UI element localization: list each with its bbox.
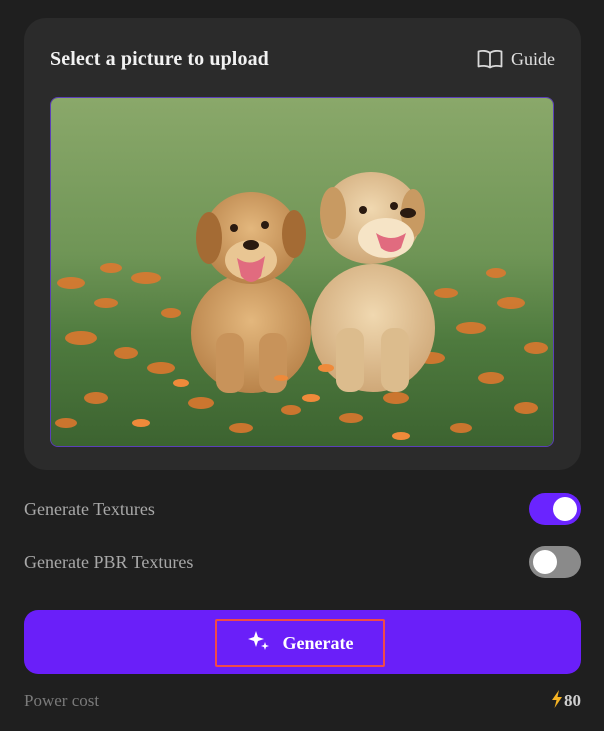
power-cost-label: Power cost bbox=[24, 691, 100, 710]
generate-button[interactable]: Generate bbox=[24, 610, 581, 674]
upload-panel-title: Select a picture to upload bbox=[50, 47, 269, 70]
option-row-generate-pbr-textures: Generate PBR Textures bbox=[24, 546, 581, 578]
option-label-generate-pbr-textures: Generate PBR Textures bbox=[24, 551, 194, 572]
toggle-knob bbox=[533, 550, 557, 574]
guide-label: Guide bbox=[511, 48, 555, 69]
upload-panel-header: Select a picture to upload Guide bbox=[50, 46, 555, 72]
power-cost-value: 80 bbox=[551, 689, 581, 713]
lightning-icon bbox=[551, 689, 563, 713]
guide-button[interactable]: Guide bbox=[477, 49, 555, 70]
power-cost-number: 80 bbox=[564, 691, 581, 710]
toggle-generate-textures[interactable] bbox=[529, 493, 581, 525]
uploaded-image[interactable] bbox=[50, 97, 554, 447]
power-cost-row: Power cost 80 bbox=[24, 688, 581, 714]
generate-button-content[interactable]: Generate bbox=[215, 619, 385, 667]
sparkle-icon bbox=[247, 629, 271, 658]
option-row-generate-textures: Generate Textures bbox=[24, 493, 581, 525]
generate-button-label: Generate bbox=[282, 632, 354, 653]
upload-panel: Select a picture to upload Guide bbox=[24, 18, 581, 470]
toggle-generate-pbr-textures[interactable] bbox=[529, 546, 581, 578]
toggle-knob bbox=[553, 497, 577, 521]
option-label-generate-textures: Generate Textures bbox=[24, 498, 155, 519]
open-book-icon bbox=[477, 49, 503, 69]
